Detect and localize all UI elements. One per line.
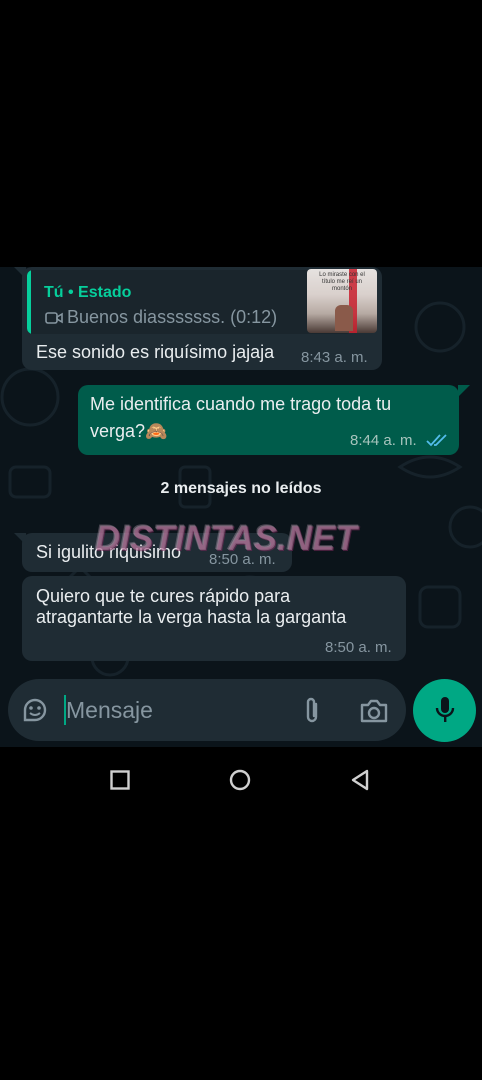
mic-button[interactable] <box>413 679 476 742</box>
sticker-icon[interactable] <box>21 696 49 724</box>
system-navigation-bar <box>0 747 482 811</box>
message-time: 8:44 a. m. <box>350 432 417 449</box>
triangle-back-icon[interactable] <box>350 769 370 791</box>
bubble-tail <box>458 385 470 397</box>
unread-divider: 2 mensajes no leídos <box>160 480 322 497</box>
watermark: DISTINTAS.NET <box>95 519 357 558</box>
status-thumbnail[interactable]: Lo miraste con el título me reí un montó… <box>307 269 377 333</box>
message-text-line2: atragantarte la verga hasta la garganta <box>36 607 347 627</box>
message-text-line2: verga?🙈 <box>90 421 168 441</box>
square-icon[interactable] <box>110 770 130 790</box>
microphone-icon <box>435 697 455 722</box>
message-bubble-incoming[interactable]: Quiero que te cures rápido para atragant… <box>22 576 406 661</box>
thumbnail-caption: Lo miraste con el título me reí un montó… <box>319 272 365 292</box>
message-bubble-outgoing[interactable]: Me identifica cuando me trago toda tu ve… <box>78 385 459 455</box>
message-composer[interactable]: Mensaje <box>8 679 406 741</box>
circle-icon[interactable] <box>229 769 251 791</box>
message-time: 8:43 a. m. <box>301 349 368 366</box>
paperclip-icon[interactable] <box>301 696 323 726</box>
message-text-line1: Me identifica cuando me trago toda tu <box>90 394 392 414</box>
message-bubble-incoming[interactable]: Tú • Estado Buenos diasssssss. (0:12) Lo… <box>22 267 382 370</box>
message-text: Ese sonido es riquísimo jajaja <box>36 342 275 362</box>
read-ticks-icon <box>426 434 447 447</box>
quote-text: Buenos diasssssss. (0:12) <box>67 307 278 327</box>
video-icon <box>45 312 63 324</box>
camera-icon[interactable] <box>359 698 389 724</box>
quote-accent-bar <box>27 270 31 334</box>
message-input[interactable]: Mensaje <box>66 697 153 724</box>
chat-area[interactable]: Tú • Estado Buenos diasssssss. (0:12) Lo… <box>0 267 482 747</box>
message-time: 8:50 a. m. <box>325 639 392 656</box>
quote-author: Tú • Estado <box>44 284 132 301</box>
thumbnail-figure <box>335 305 353 331</box>
quoted-status[interactable]: Tú • Estado Buenos diasssssss. (0:12) <box>27 270 352 334</box>
